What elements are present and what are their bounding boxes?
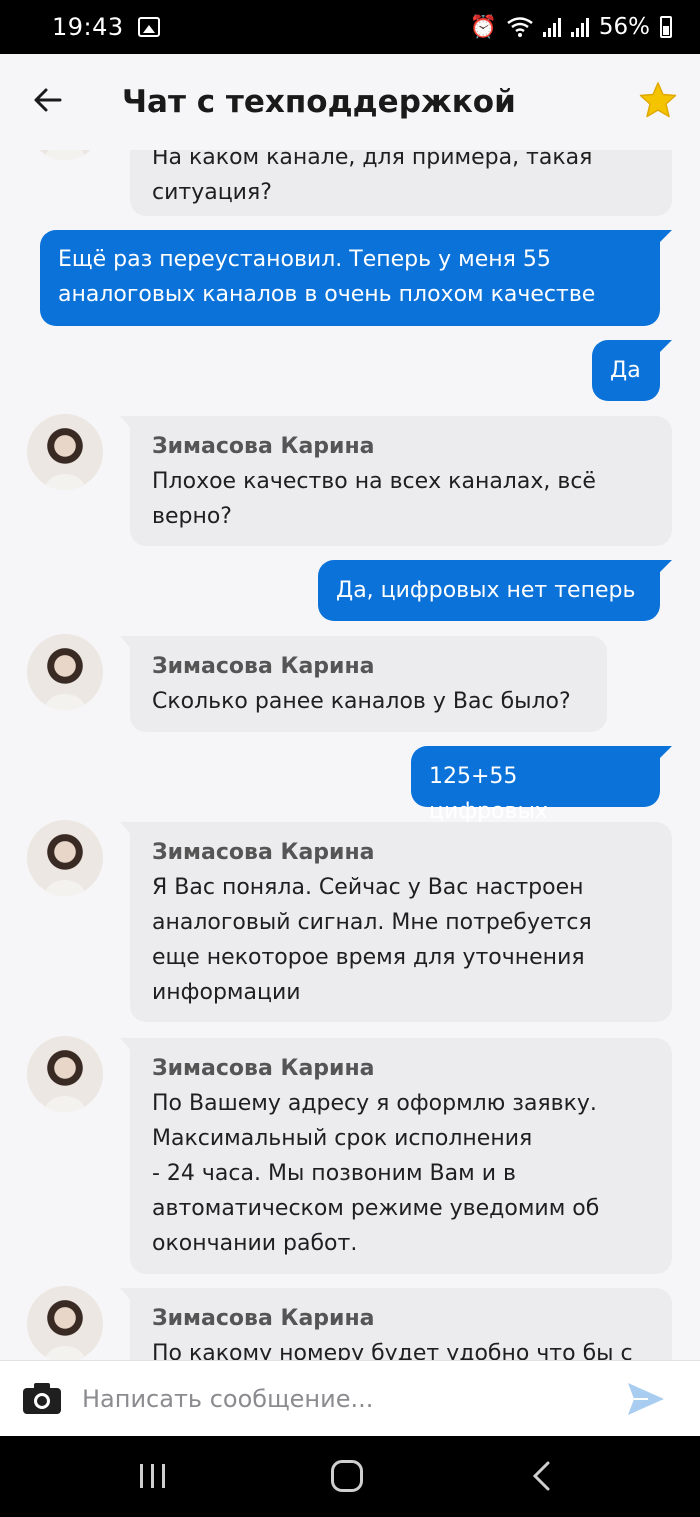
- sender-name: Зимасова Карина: [152, 840, 375, 865]
- operator-avatar: [27, 820, 103, 896]
- status-indicators: ⏰ 56%: [469, 14, 672, 40]
- app-header: Чат с техподдержкой: [0, 54, 700, 150]
- incoming-message[interactable]: На каком канале, для примера, такая ситу…: [130, 150, 672, 216]
- nav-back-icon[interactable]: [530, 1460, 554, 1492]
- operator-avatar: [27, 1036, 103, 1112]
- outgoing-message[interactable]: Да, цифровых нет теперь: [318, 560, 672, 621]
- alarm-icon: ⏰: [469, 14, 497, 39]
- star-icon[interactable]: [638, 80, 678, 120]
- gallery-notification-icon: [137, 17, 160, 37]
- battery-icon: [660, 16, 672, 38]
- incoming-message[interactable]: Зимасова Карина Плохое качество на всех …: [120, 416, 672, 546]
- message-text: Да, цифровых нет теперь: [336, 578, 636, 603]
- signal-icon-1: [542, 17, 561, 37]
- message-composer: [0, 1360, 700, 1436]
- message-text: Сколько ранее каналов у Вас было?: [152, 689, 571, 714]
- incoming-message[interactable]: Зимасова Карина Сколько ранее каналов у …: [120, 636, 607, 732]
- operator-avatar: [27, 1286, 103, 1360]
- operator-avatar: [27, 634, 103, 710]
- operator-avatar: [27, 150, 103, 160]
- message-text: По Вашему адресу я оформлю заявку. Макси…: [152, 1091, 600, 1256]
- recent-apps-icon[interactable]: [138, 1462, 168, 1490]
- sender-name: Зимасова Карина: [152, 1306, 375, 1331]
- back-arrow-icon[interactable]: [32, 84, 64, 116]
- battery-percent: 56%: [598, 14, 650, 40]
- message-text: Плохое качество на всех каналах, всё вер…: [152, 469, 596, 529]
- status-bar: 19:43 ⏰ 56%: [0, 0, 700, 54]
- message-text: Ещё раз переустановил. Теперь у меня 55 …: [58, 247, 596, 307]
- outgoing-message[interactable]: Ещё раз переустановил. Теперь у меня 55 …: [40, 230, 672, 326]
- home-icon[interactable]: [331, 1460, 363, 1492]
- outgoing-message[interactable]: 125+55 цифровых: [411, 746, 672, 824]
- incoming-message[interactable]: Зимасова Карина По Вашему адресу я оформ…: [120, 1038, 672, 1274]
- system-nav-bar: [0, 1436, 700, 1517]
- message-input[interactable]: [82, 1375, 602, 1423]
- operator-avatar: [27, 414, 103, 490]
- message-text: По какому номеру будет удобно что бы с: [152, 1341, 633, 1360]
- page-title: Чат с техподдержкой: [122, 84, 516, 120]
- message-text: Я Вас поняла. Сейчас у Вас настроен анал…: [152, 875, 592, 1005]
- incoming-message[interactable]: Зимасова Карина По какому номеру будет у…: [120, 1288, 672, 1360]
- wifi-icon: [507, 17, 533, 37]
- sender-name: Зимасова Карина: [152, 434, 375, 459]
- signal-icon-2: [570, 17, 589, 37]
- chat-messages[interactable]: На каком канале, для примера, такая ситу…: [0, 150, 700, 1360]
- message-text: Да: [610, 358, 641, 383]
- send-icon[interactable]: [626, 1381, 666, 1417]
- status-time: 19:43: [52, 13, 124, 41]
- message-text: На каком канале, для примера, такая ситу…: [152, 150, 593, 205]
- camera-icon[interactable]: [22, 1381, 62, 1415]
- sender-name: Зимасова Карина: [152, 654, 375, 679]
- sender-name: Зимасова Карина: [152, 1056, 375, 1081]
- outgoing-message[interactable]: Да: [592, 340, 672, 401]
- incoming-message[interactable]: Зимасова Карина Я Вас поняла. Сейчас у В…: [120, 822, 672, 1022]
- message-text: 125+55 цифровых: [429, 764, 548, 824]
